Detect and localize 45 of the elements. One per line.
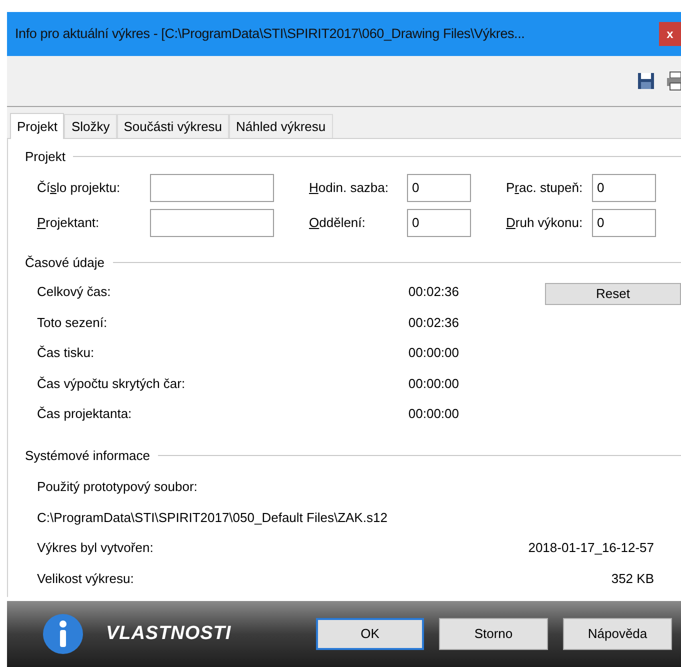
time-label: Čas projektanta: xyxy=(37,405,132,423)
dialog-button[interactable]: OK xyxy=(316,618,424,650)
tab[interactable]: Projekt xyxy=(10,113,64,139)
group-title: Projekt xyxy=(25,148,66,166)
field-label: Hodin. sazba: xyxy=(308,178,390,197)
input-field[interactable]: 0 xyxy=(407,174,471,202)
field-label: Projektant: xyxy=(36,214,100,232)
dialog-button[interactable]: Storno xyxy=(439,618,548,650)
time-value: 00:00:00 xyxy=(408,405,459,423)
input-field[interactable]: 0 xyxy=(592,174,656,202)
close-button[interactable]: x xyxy=(659,22,681,46)
footer-title: VLASTNOSTI xyxy=(106,622,232,646)
group-title: Systémové informace xyxy=(25,446,150,465)
field-label: Číslo projektu: xyxy=(36,178,122,197)
input-field[interactable]: 0 xyxy=(592,208,656,236)
time-label: Čas tisku: xyxy=(37,344,94,362)
input-field[interactable]: 0 xyxy=(407,208,471,236)
info-label: Velikost výkresu: xyxy=(37,570,134,588)
window-title: Info pro aktuální výkres - [C:\ProgramData\STI\SPIRIT2017\060_Drawing Files\Výkres... xyxy=(15,24,525,43)
field-label: Prac. stupeň: xyxy=(505,178,584,197)
time-label: Celkový čas: xyxy=(37,283,111,301)
time-value: 00:00:00 xyxy=(408,344,459,362)
time-value: 00:00:00 xyxy=(408,374,459,392)
print-icon[interactable] xyxy=(667,71,681,91)
input-field[interactable] xyxy=(150,174,274,202)
info-label: Použitý prototypový soubor: xyxy=(37,478,198,496)
time-value: 00:02:36 xyxy=(408,314,459,332)
group-title: Časové údaje xyxy=(25,254,104,272)
tab[interactable]: Součásti výkresu xyxy=(116,114,230,138)
info-icon xyxy=(42,613,84,655)
reset-button[interactable]: Reset xyxy=(545,282,681,305)
info-value: 2018-01-17_16-12-57 xyxy=(528,539,654,557)
save-icon[interactable] xyxy=(637,72,655,90)
tab[interactable]: Náhled výkresu xyxy=(229,114,333,138)
info-label: Výkres byl vytvořen: xyxy=(37,539,154,557)
file-path: C:\ProgramData\STI\SPIRIT2017\050_Default Files\ZAK.s12 xyxy=(37,508,388,527)
time-label: Čas výpočtu skrytých čar: xyxy=(37,374,186,393)
field-label: Oddělení: xyxy=(308,214,366,232)
info-value: 352 KB xyxy=(611,570,654,588)
field-label: Druh výkonu: xyxy=(505,214,584,232)
dialog-button[interactable]: Nápověda xyxy=(563,618,672,650)
time-label: Toto sezení: xyxy=(37,314,108,332)
input-field[interactable] xyxy=(150,208,274,236)
time-value: 00:02:36 xyxy=(408,283,459,301)
tab[interactable]: Složky xyxy=(64,114,117,138)
